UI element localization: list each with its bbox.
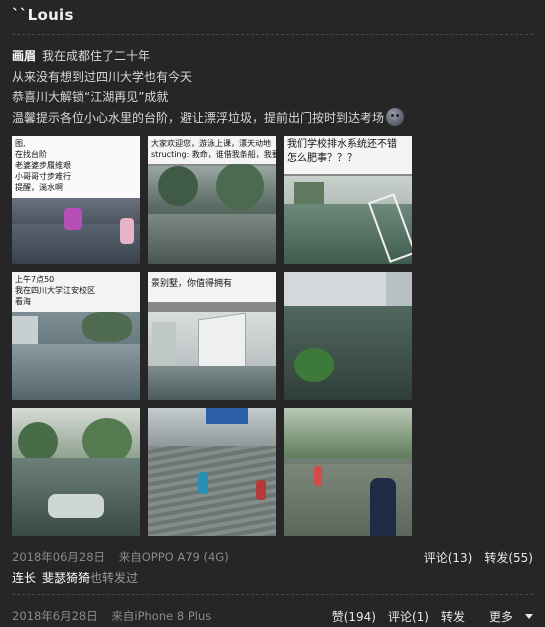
photo-thumbnail[interactable] (284, 272, 412, 400)
more-label: 更多 (488, 610, 513, 624)
tree-shape (82, 312, 132, 342)
photo-thumbnail[interactable]: 上午7点50 我在四川大学江安校区 看海 (12, 272, 140, 400)
tree-shape (284, 408, 412, 458)
post-text: 画眉 我在成都住了二十年 从来没有想到过四川大学也有今天 恭喜川大解锁“江湖再见”… (12, 46, 532, 128)
author-tag[interactable]: 画眉 (12, 49, 36, 63)
image-caption: 大家欢迎您，游泳上课，漂天动地 structing: 救命，谁借我条船，我要考试 (148, 136, 276, 164)
photo-thumbnail[interactable] (148, 408, 276, 536)
comments-button[interactable]: 评论(13) (424, 551, 473, 565)
figure-shape (256, 480, 266, 500)
figure-shape (120, 218, 134, 244)
photo-thumbnail[interactable]: 大家欢迎您，游泳上课，漂天动地 structing: 救命，谁借我条船，我要考试 (148, 136, 276, 264)
footer-actions: 赞(194) 评论(1) 转发 更多 (320, 608, 533, 625)
footer-date[interactable]: 2018年6月28日 (12, 609, 98, 623)
image-caption: 我们学校排水系统还不错 怎么肥事？？？ (284, 136, 412, 174)
divider (12, 34, 533, 35)
image-caption: 上午7点50 我在四川大学江安校区 看海 (12, 272, 140, 312)
post-actions: 评论(13) 转发(55) (412, 549, 533, 566)
sign-shape (206, 408, 248, 424)
post-source: 来自OPPO A79 (4G) (118, 550, 229, 564)
photo-thumbnail[interactable]: 景别墅，你值得拥有 (148, 272, 276, 400)
post-line: 从来没有想到过四川大学也有今天 (12, 67, 532, 88)
figure-shape (64, 208, 82, 230)
post-line: 恭喜川大解锁“江湖再见”成就 (12, 87, 532, 108)
repost-suffix: 也转发过 (90, 571, 139, 585)
figure-shape (198, 472, 208, 494)
photo-thumbnail[interactable] (284, 408, 412, 536)
photo-thumbnail[interactable]: 我们学校排水系统还不错 怎么肥事？？？ (284, 136, 412, 264)
image-caption: 图, 在找台阶 老婆婆步履维艰 小哥哥寸步难行 提醒，淌水啊 (12, 136, 140, 198)
tree-shape (18, 422, 58, 462)
building-shape (152, 322, 176, 366)
divider (12, 594, 533, 595)
like-button[interactable]: 赞(194) (332, 610, 376, 624)
footer-source: 来自iPhone 8 Plus (111, 609, 212, 623)
tree-shape (294, 348, 334, 382)
repost-user[interactable]: 斐瑟猗猗 (42, 571, 90, 585)
post-line-text: 从来没有想到过四川大学也有今天 (12, 69, 193, 84)
repost-user[interactable]: 连长 (12, 571, 36, 585)
post-line-text: 温馨提示各位小心水里的台阶，避让漂浮垃圾，提前出门按时到达考场 (12, 110, 385, 125)
repost-line: 连长 斐瑟猗猗也转发过 (12, 569, 138, 586)
chevron-down-icon (525, 614, 533, 619)
image-grid: 图, 在找台阶 老婆婆步履维艰 小哥哥寸步难行 提醒，淌水啊 大家欢迎您，游泳上… (12, 136, 412, 536)
repost-button[interactable]: 转发 (441, 610, 465, 624)
tree-shape (216, 162, 264, 210)
photo-thumbnail[interactable] (12, 408, 140, 536)
figure-shape (370, 478, 396, 536)
more-button[interactable]: 更多 (477, 610, 533, 624)
sad-face-icon (386, 107, 405, 126)
tree-shape (158, 166, 198, 206)
post-line: 画眉 我在成都住了二十年 (12, 46, 532, 67)
username[interactable]: ``Louis (12, 6, 74, 24)
post-meta: 2018年06月28日 来自OPPO A79 (4G) 评论(13) 转发(55) (12, 549, 533, 565)
scooter-shape (48, 494, 104, 518)
post-date[interactable]: 2018年06月28日 (12, 550, 105, 564)
footer-meta: 2018年6月28日 来自iPhone 8 Plus 赞(194) 评论(1) 转发… (12, 608, 533, 624)
repost-button[interactable]: 转发(55) (484, 551, 533, 565)
image-caption: 景别墅，你值得拥有 (148, 272, 276, 302)
post-line-text: 我在成都住了二十年 (42, 49, 151, 63)
photo-thumbnail[interactable]: 图, 在找台阶 老婆婆步履维艰 小哥哥寸步难行 提醒，淌水啊 (12, 136, 140, 264)
comments-button[interactable]: 评论(1) (388, 610, 429, 624)
post-line-text: 恭喜川大解锁“江湖再见”成就 (12, 90, 169, 104)
figure-shape (314, 466, 322, 486)
post-line: 温馨提示各位小心水里的台阶，避让漂浮垃圾，提前出门按时到达考场 (12, 107, 532, 129)
